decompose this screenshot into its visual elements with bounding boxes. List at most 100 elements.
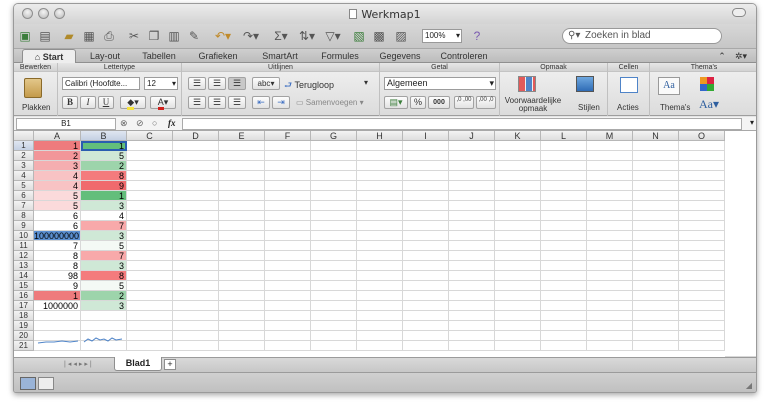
cell-b[interactable]: 8 <box>81 271 127 281</box>
formula-insert-icon[interactable]: ○ <box>152 118 157 128</box>
table-cell[interactable] <box>265 271 311 281</box>
table-cell[interactable] <box>173 141 219 151</box>
merge-button[interactable]: ▭ Samenvoegen ▾ <box>296 98 364 107</box>
table-cell[interactable] <box>495 151 541 161</box>
table-cell[interactable] <box>219 331 265 341</box>
table-cell[interactable] <box>219 191 265 201</box>
table-cell[interactable] <box>173 271 219 281</box>
table-cell[interactable] <box>495 241 541 251</box>
table-cell[interactable] <box>311 281 357 291</box>
chevron-down-icon[interactable]: ▾ <box>750 118 754 127</box>
table-cell[interactable] <box>587 211 633 221</box>
cell-b[interactable]: 3 <box>81 231 127 241</box>
table-cell[interactable] <box>173 161 219 171</box>
table-cell[interactable] <box>311 341 357 351</box>
table-cell[interactable] <box>541 211 587 221</box>
formula-accept-icon[interactable]: ⊘ <box>136 118 144 129</box>
table-cell[interactable] <box>357 141 403 151</box>
themes-label[interactable]: Thema's <box>660 103 690 112</box>
new-workbook-icon[interactable]: ▣ <box>18 28 32 44</box>
column-header-d[interactable]: D <box>173 131 219 141</box>
cell-b[interactable]: 3 <box>81 261 127 271</box>
table-cell[interactable] <box>265 171 311 181</box>
table-cell[interactable] <box>449 331 495 341</box>
table-cell[interactable] <box>173 191 219 201</box>
align-middle-icon[interactable]: ☰ <box>208 77 226 90</box>
table-cell[interactable] <box>449 281 495 291</box>
cell-b[interactable]: 2 <box>81 291 127 301</box>
table-cell[interactable] <box>541 341 587 351</box>
table-cell[interactable] <box>679 341 725 351</box>
table-cell[interactable] <box>311 151 357 161</box>
table-cell[interactable] <box>587 161 633 171</box>
table-cell[interactable] <box>587 251 633 261</box>
cell-a[interactable]: 6 <box>34 211 81 221</box>
row-header[interactable]: 19 <box>14 321 34 331</box>
table-cell[interactable] <box>449 311 495 321</box>
table-cell[interactable] <box>587 181 633 191</box>
table-cell[interactable] <box>173 171 219 181</box>
table-cell[interactable] <box>311 311 357 321</box>
row-header[interactable]: 2 <box>14 151 34 161</box>
fill-color-button[interactable]: ◆▾ <box>120 96 146 110</box>
table-cell[interactable] <box>173 201 219 211</box>
table-cell[interactable] <box>127 251 173 261</box>
table-cell[interactable] <box>495 331 541 341</box>
print-icon[interactable]: ⎙ <box>102 28 116 44</box>
underline-button[interactable]: U <box>98 96 114 109</box>
table-cell[interactable] <box>633 331 679 341</box>
table-cell[interactable] <box>311 171 357 181</box>
align-top-icon[interactable]: ☰ <box>188 77 206 90</box>
font-color-button[interactable]: A▾ <box>150 96 176 110</box>
open-folder-icon[interactable]: ▰ <box>62 28 76 44</box>
align-center-icon[interactable]: ☰ <box>208 96 226 109</box>
table-cell[interactable] <box>633 281 679 291</box>
table-cell[interactable] <box>403 251 449 261</box>
table-cell[interactable] <box>127 161 173 171</box>
ribbon-settings-icon[interactable]: ✲▾ <box>732 49 750 63</box>
column-header-f[interactable]: F <box>265 131 311 141</box>
table-cell[interactable] <box>679 191 725 201</box>
table-cell[interactable] <box>127 341 173 351</box>
table-cell[interactable] <box>127 211 173 221</box>
table-cell[interactable] <box>587 271 633 281</box>
row-header[interactable]: 4 <box>14 171 34 181</box>
table-cell[interactable] <box>541 221 587 231</box>
table-cell[interactable] <box>311 331 357 341</box>
table-cell[interactable] <box>633 271 679 281</box>
table-cell[interactable] <box>173 221 219 231</box>
table-cell[interactable] <box>587 241 633 251</box>
cell-a[interactable]: 100000000 <box>34 231 81 241</box>
table-cell[interactable] <box>449 271 495 281</box>
table-cell[interactable] <box>495 301 541 311</box>
table-cell[interactable] <box>449 171 495 181</box>
gallery-icon[interactable]: ▧ <box>352 28 366 44</box>
cut-icon[interactable]: ✂ <box>127 28 141 44</box>
table-cell[interactable] <box>495 201 541 211</box>
row-header[interactable]: 1 <box>14 141 34 151</box>
table-cell[interactable] <box>679 151 725 161</box>
table-cell[interactable] <box>403 231 449 241</box>
zoom-select[interactable]: 100% ▾ <box>422 29 462 43</box>
table-cell[interactable] <box>219 161 265 171</box>
table-cell[interactable] <box>357 281 403 291</box>
table-cell[interactable] <box>173 181 219 191</box>
table-cell[interactable] <box>679 231 725 241</box>
cell-a[interactable] <box>34 311 81 321</box>
cell-a[interactable]: 1 <box>34 291 81 301</box>
cell-b[interactable] <box>81 311 127 321</box>
table-cell[interactable] <box>265 141 311 151</box>
table-cell[interactable] <box>219 311 265 321</box>
table-cell[interactable] <box>633 211 679 221</box>
column-header-g[interactable]: G <box>311 131 357 141</box>
table-cell[interactable] <box>495 321 541 331</box>
sheet-tab-blad1[interactable]: Blad1 <box>114 357 162 371</box>
cell-a[interactable]: 6 <box>34 221 81 231</box>
row-header[interactable]: 3 <box>14 161 34 171</box>
table-cell[interactable] <box>495 231 541 241</box>
increase-indent-icon[interactable]: ⇥ <box>272 96 290 109</box>
table-cell[interactable] <box>633 231 679 241</box>
table-cell[interactable] <box>219 151 265 161</box>
table-cell[interactable] <box>173 311 219 321</box>
table-cell[interactable] <box>495 311 541 321</box>
